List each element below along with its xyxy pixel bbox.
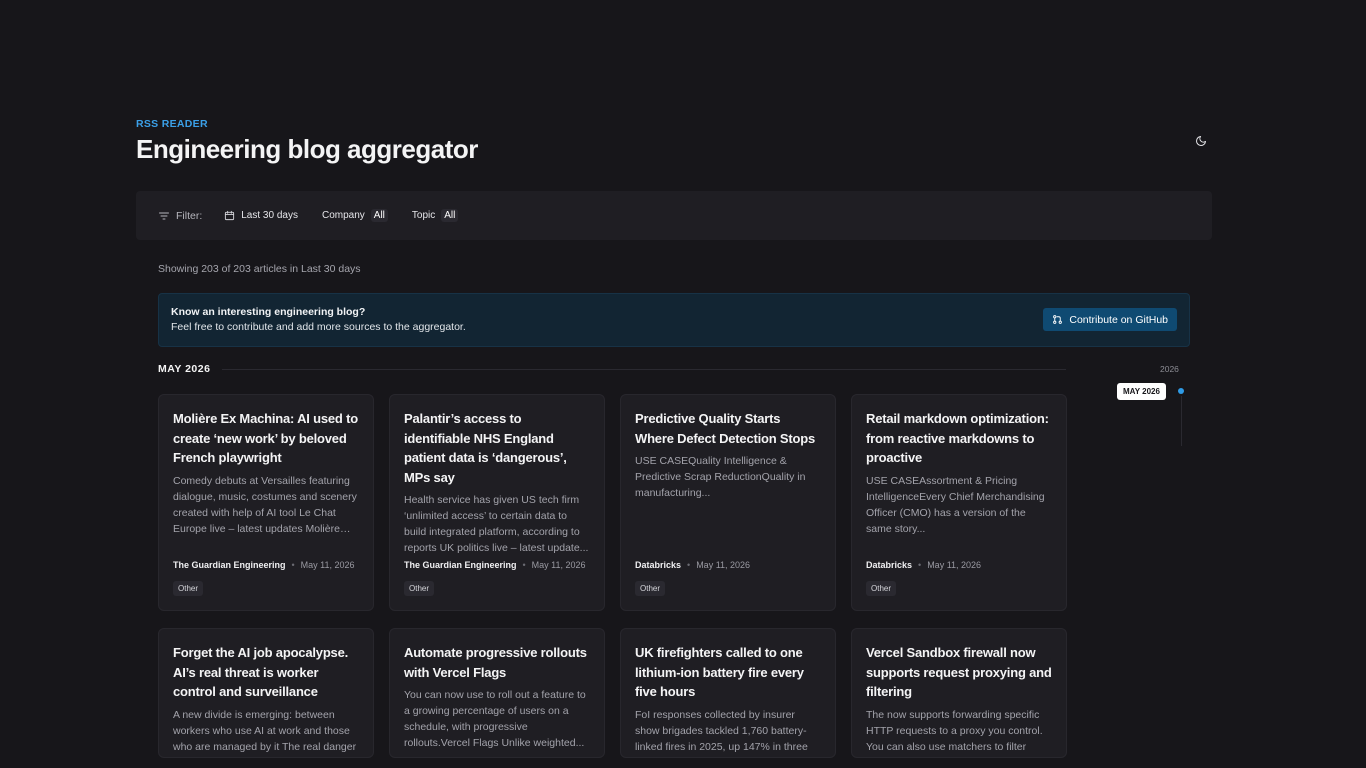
contribute-banner: Know an interesting engineering blog? Fe… xyxy=(158,293,1190,347)
timeline-track xyxy=(1181,396,1182,446)
article-meta: Databricks • May 11, 2026 xyxy=(635,560,750,570)
article-tag[interactable]: Other xyxy=(173,581,204,596)
app-eyebrow: RSS READER xyxy=(136,118,208,130)
article-card[interactable]: Forget the AI job apocalypse. AI’s real … xyxy=(158,628,374,758)
article-source: Databricks xyxy=(635,560,682,570)
article-summary: A new divide is emerging: between worker… xyxy=(173,708,357,753)
company-filter[interactable]: Company All xyxy=(314,204,396,227)
article-title: Molière Ex Machina: AI used to create ‘n… xyxy=(173,411,358,465)
article-summary: You can now use to roll out a feature to… xyxy=(404,689,586,749)
filter-label: Filter: xyxy=(158,210,202,222)
article-summary: Comedy debuts at Versailles featuring di… xyxy=(173,474,357,535)
article-card[interactable]: Automate progressive rollouts with Verce… xyxy=(389,628,605,758)
filter-label-text: Filter: xyxy=(176,209,203,222)
contribute-button-label: Contribute on GitHub xyxy=(1069,313,1168,326)
filter-bar: Filter: Last 30 days Company All Topic A… xyxy=(136,191,1212,240)
article-source: Databricks xyxy=(866,560,913,570)
timeline-dot[interactable] xyxy=(1178,388,1184,394)
article-source: The Guardian Engineering xyxy=(404,560,517,570)
calendar-icon xyxy=(225,210,235,221)
article-card[interactable]: Molière Ex Machina: AI used to create ‘n… xyxy=(158,394,374,611)
git-pull-request-icon xyxy=(1053,315,1063,324)
date-range-value: Last 30 days xyxy=(241,210,298,221)
article-title: Predictive Quality Starts Where Defect D… xyxy=(635,411,816,446)
date-range-filter[interactable]: Last 30 days xyxy=(216,205,306,226)
month-header: MAY 2026 xyxy=(158,363,1066,375)
article-title: Retail markdown optimization: from react… xyxy=(866,411,1049,465)
article-title: Vercel Sandbox firewall now supports req… xyxy=(866,645,1052,699)
page-title: Engineering blog aggregator xyxy=(136,134,478,164)
article-date: May 11, 2026 xyxy=(300,560,355,570)
article-meta: Databricks • May 11, 2026 xyxy=(866,560,981,570)
article-meta: The Guardian Engineering • May 11, 2026 xyxy=(404,560,586,570)
article-tag[interactable]: Other xyxy=(404,581,435,596)
timeline-year: 2026 xyxy=(1160,364,1179,374)
article-date: May 11, 2026 xyxy=(927,560,982,570)
filter-icon xyxy=(159,212,169,219)
company-filter-label: Company xyxy=(321,210,365,221)
article-card[interactable]: Palantir’s access to identifiable NHS En… xyxy=(389,394,605,611)
article-card[interactable]: Predictive Quality Starts Where Defect D… xyxy=(620,394,836,611)
article-date: May 11, 2026 xyxy=(696,560,751,570)
article-card[interactable]: Vercel Sandbox firewall now supports req… xyxy=(851,628,1067,758)
article-summary: The now supports forwarding specific HTT… xyxy=(866,708,1043,753)
article-title: Palantir’s access to identifiable NHS En… xyxy=(404,411,567,485)
month-label: MAY 2026 xyxy=(158,363,211,375)
article-source: The Guardian Engineering xyxy=(173,560,286,570)
month-divider xyxy=(222,368,1066,370)
article-title: Forget the AI job apocalypse. AI’s real … xyxy=(173,645,349,699)
topic-filter-label: Topic xyxy=(411,210,436,221)
article-title: Automate progressive rollouts with Verce… xyxy=(404,645,587,680)
article-summary: Health service has given US tech firm ‘u… xyxy=(404,494,589,554)
results-count: Showing 203 of 203 articles in Last 30 d… xyxy=(158,263,361,275)
article-summary: FoI responses collected by insurer show … xyxy=(635,708,808,753)
meta-separator: • xyxy=(522,560,526,570)
topic-filter-value: All xyxy=(441,209,459,222)
timeline-month-active[interactable]: MAY 2026 xyxy=(1117,383,1166,400)
moon-icon xyxy=(1196,136,1206,146)
banner-title: Know an interesting engineering blog? xyxy=(171,306,366,318)
article-date: May 11, 2026 xyxy=(531,560,586,570)
article-summary: USE CASEAssortment & Pricing Intelligenc… xyxy=(866,474,1045,535)
article-summary: USE CASEQuality Intelligence & Predictiv… xyxy=(635,455,806,499)
article-title: UK firefighters called to one lithium-io… xyxy=(635,645,804,699)
article-meta: The Guardian Engineering • May 11, 2026 xyxy=(173,560,355,570)
meta-separator: • xyxy=(918,560,922,570)
banner-subtitle: Feel free to contribute and add more sou… xyxy=(171,321,466,333)
meta-separator: • xyxy=(291,560,295,570)
article-tag[interactable]: Other xyxy=(635,581,666,596)
meta-separator: • xyxy=(687,560,691,570)
article-tag[interactable]: Other xyxy=(866,581,897,596)
contribute-github-button[interactable]: Contribute on GitHub xyxy=(1043,308,1177,331)
page-header: RSS READER Engineering blog aggregator xyxy=(136,118,1212,165)
article-card[interactable]: UK firefighters called to one lithium-io… xyxy=(620,628,836,758)
article-card[interactable]: Retail markdown optimization: from react… xyxy=(851,394,1067,611)
theme-toggle-button[interactable] xyxy=(1192,132,1210,150)
topic-filter[interactable]: Topic All xyxy=(404,204,466,227)
company-filter-value: All xyxy=(370,209,388,222)
